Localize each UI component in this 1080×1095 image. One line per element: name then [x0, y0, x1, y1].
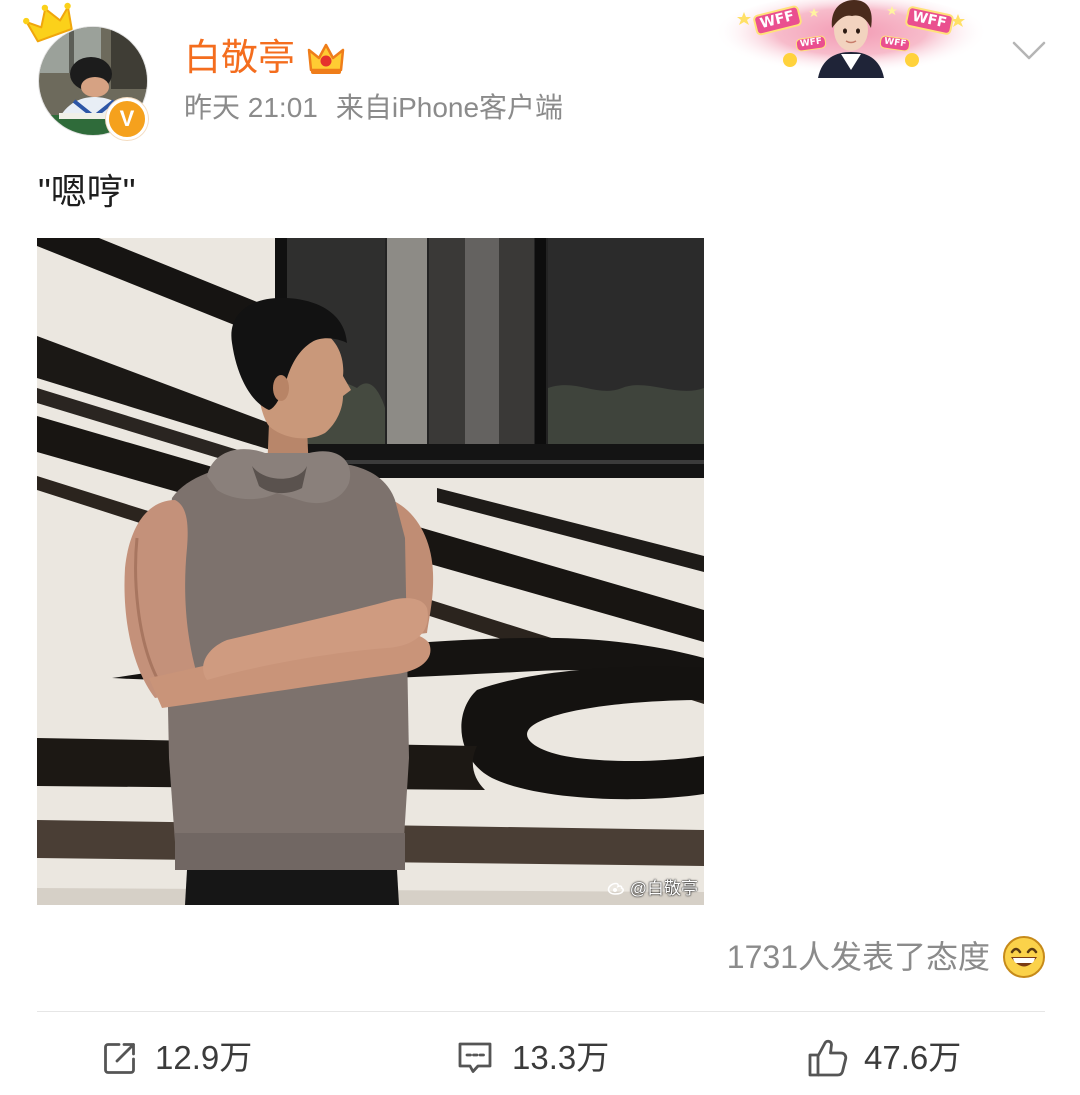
- watermark-text: @白敬亭: [629, 879, 698, 898]
- vip-crown-icon[interactable]: [306, 41, 346, 77]
- weibo-post: V 白敬亭 昨天 21:01 来自iPhone客户端 WFF WFF WFF W…: [0, 0, 1080, 1095]
- card-decoration-banner: WFF WFF WFF WFF: [714, 0, 989, 78]
- repost-count: 12.9万: [155, 1039, 253, 1076]
- post-photo[interactable]: @白敬亭: [37, 238, 704, 905]
- post-source: 来自iPhone客户端: [335, 92, 564, 123]
- like-count: 47.6万: [864, 1039, 962, 1076]
- divider: [37, 1011, 1045, 1012]
- chevron-down-icon: [1012, 41, 1046, 60]
- author-name[interactable]: 白敬亭: [184, 35, 295, 81]
- comment-count: 13.3万: [512, 1039, 610, 1076]
- weibo-logo-icon: [607, 882, 624, 895]
- post-text: "嗯哼": [38, 171, 136, 212]
- post-meta: 昨天 21:01 来自iPhone客户端: [184, 88, 563, 128]
- repost-button[interactable]: 12.9万: [102, 1030, 252, 1086]
- post-time: 昨天 21:01: [184, 92, 318, 123]
- share-icon: [104, 1043, 135, 1074]
- laughing-emoji-icon[interactable]: [1002, 935, 1046, 979]
- decoration-artwork: [714, 0, 988, 78]
- comment-button[interactable]: 13.3万: [456, 1030, 609, 1086]
- photo-watermark: @白敬亭: [607, 878, 698, 900]
- verified-mark: V: [119, 106, 135, 131]
- attitudes-count-text[interactable]: 1731人发表了态度: [727, 935, 990, 979]
- attitudes-summary[interactable]: 1731人发表了态度: [690, 932, 1046, 982]
- photo-image: [37, 238, 704, 905]
- comment-icon: [458, 1042, 492, 1073]
- thumbs-up-icon: [808, 1039, 848, 1077]
- like-button[interactable]: 47.6万: [806, 1030, 961, 1086]
- verified-badge-icon: V: [106, 98, 148, 140]
- more-options-button[interactable]: [1008, 34, 1050, 68]
